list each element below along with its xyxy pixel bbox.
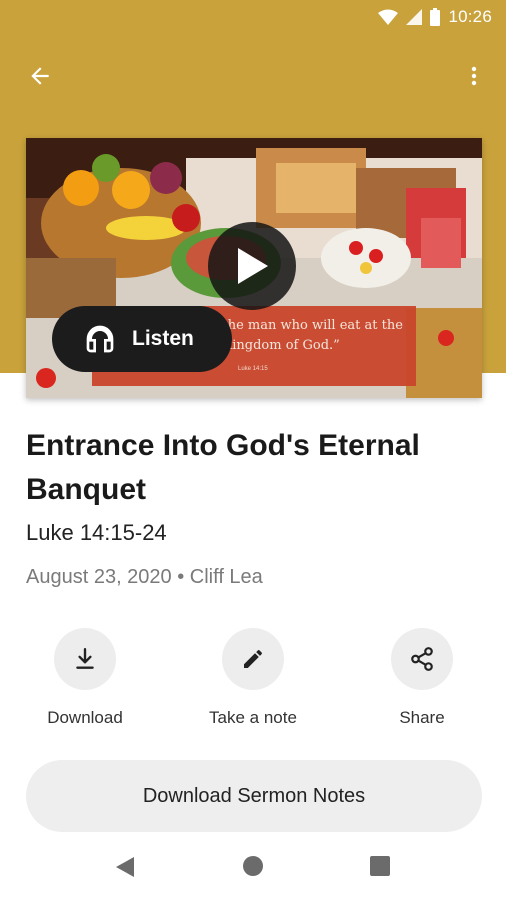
pencil-icon <box>244 650 262 668</box>
sermon-date-speaker: August 23, 2020 • Cliff Lea <box>26 566 263 588</box>
scripture-reference: Luke 14:15-24 <box>26 520 167 545</box>
wifi-icon <box>378 9 399 25</box>
download-sermon-notes-label: Download Sermon Notes <box>142 784 366 807</box>
listen-label: Listen <box>132 327 194 350</box>
share-button[interactable] <box>391 628 453 690</box>
more-vertical-icon <box>471 66 477 86</box>
play-icon <box>238 248 268 284</box>
status-time: 10:26 <box>448 7 492 26</box>
nav-recent-icon[interactable] <box>370 856 390 876</box>
nav-back-icon[interactable] <box>114 856 136 878</box>
take-note-button[interactable] <box>222 628 284 690</box>
sermon-artwork: “Blessed is the man who will eat at the … <box>26 138 482 398</box>
download-sermon-notes-button[interactable]: Download Sermon Notes <box>26 760 482 832</box>
back-button[interactable] <box>20 56 60 96</box>
app-bar <box>0 48 506 104</box>
nav-home-icon[interactable] <box>243 856 263 876</box>
share-icon <box>411 647 433 671</box>
headphones-icon <box>86 325 114 353</box>
sermon-title: Entrance Into God's Eternal Banquet <box>26 429 420 506</box>
download-action[interactable]: Download <box>25 628 145 728</box>
take-note-action[interactable]: Take a note <box>193 628 313 728</box>
quote-reference: Luke 14:15 <box>238 366 268 372</box>
play-button[interactable] <box>208 222 296 310</box>
cell-signal-icon <box>406 9 423 25</box>
listen-button[interactable]: Listen <box>52 306 232 372</box>
download-icon <box>76 648 94 669</box>
download-button[interactable] <box>54 628 116 690</box>
share-label: Share <box>399 708 445 727</box>
share-action[interactable]: Share <box>362 628 482 728</box>
status-bar: 10:26 <box>0 0 506 36</box>
arrow-left-icon <box>31 67 49 85</box>
more-options-button[interactable] <box>454 56 494 96</box>
download-label: Download <box>47 708 123 727</box>
system-nav-bar <box>0 840 506 900</box>
take-note-label: Take a note <box>209 708 297 727</box>
battery-icon <box>430 8 441 26</box>
